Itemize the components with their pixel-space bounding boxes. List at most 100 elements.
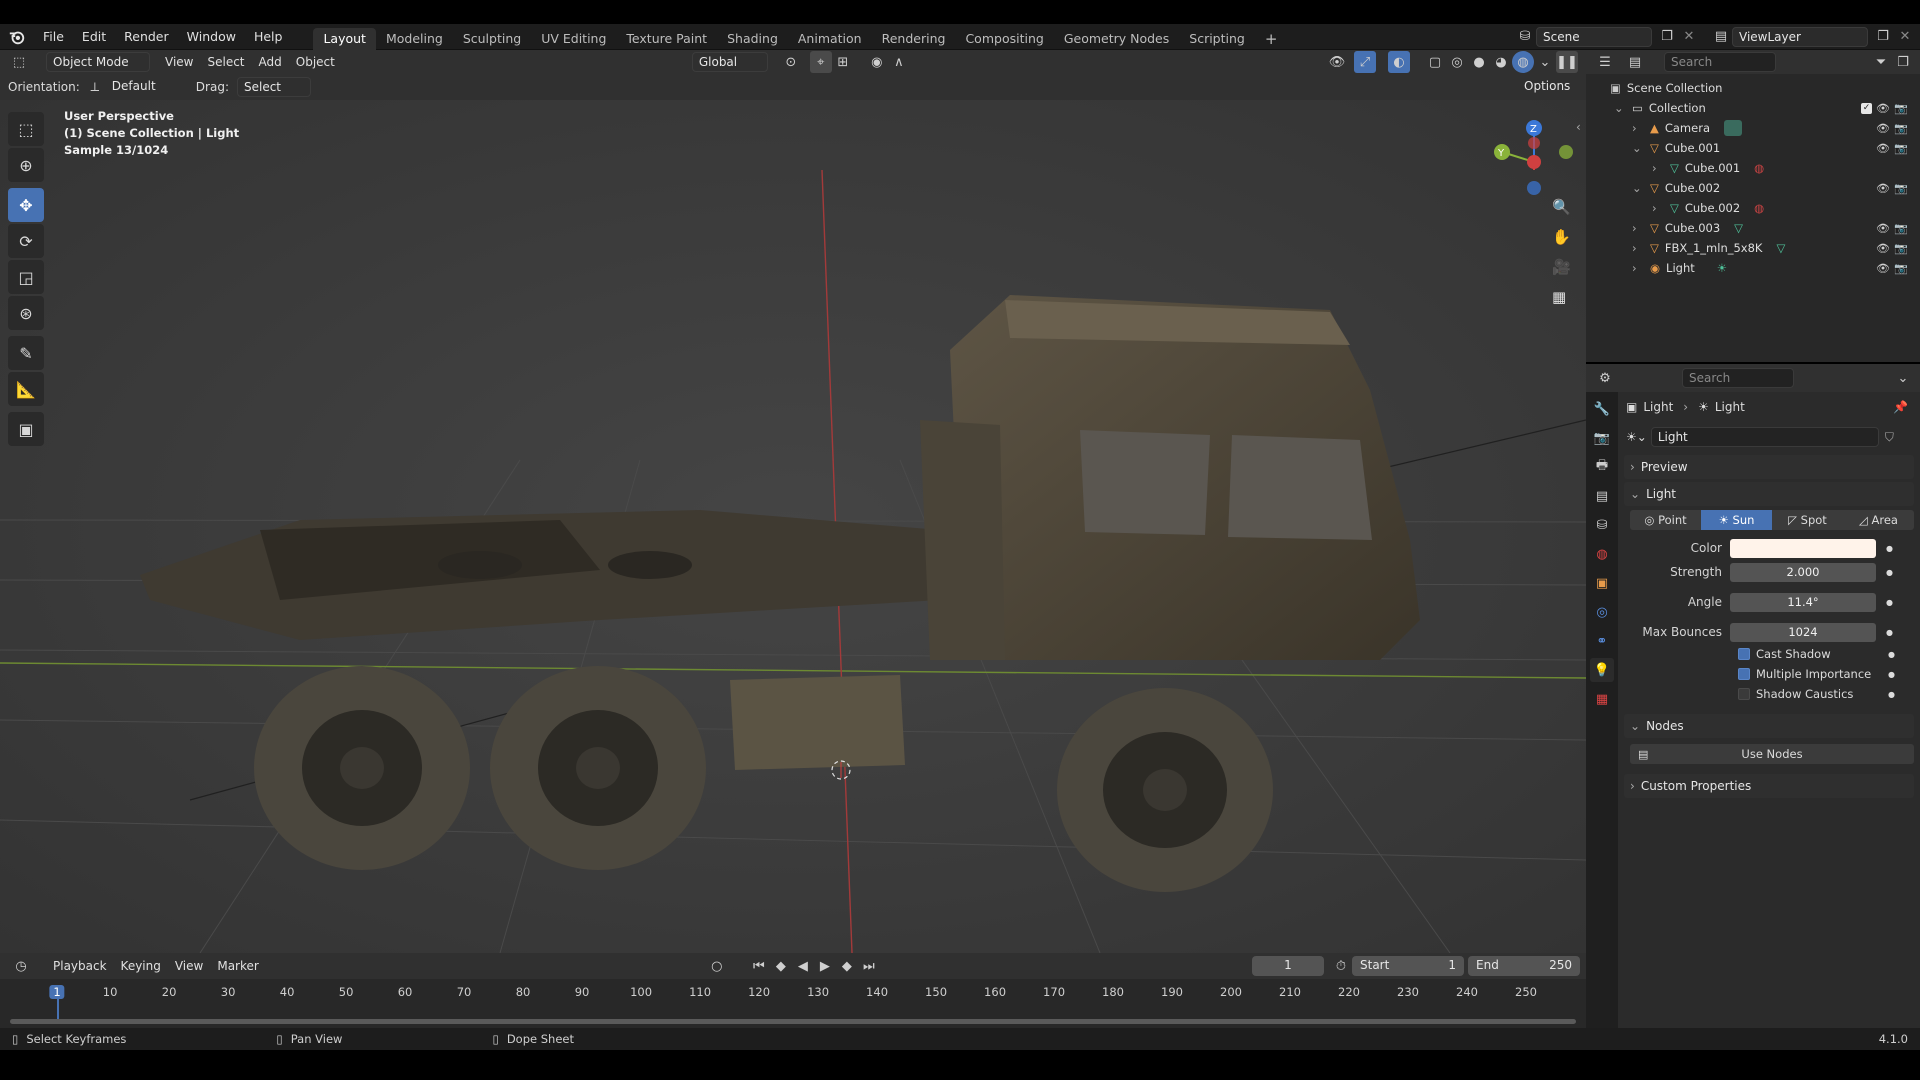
chevron-right-icon[interactable]: › (1632, 221, 1644, 235)
animate-dot-icon[interactable]: ● (1888, 670, 1895, 679)
view-layer-icon[interactable]: ▤ (1710, 26, 1732, 48)
outliner-item-fbx[interactable]: › ▽ FBX_1_mln_5x8K ▽ 👁 📷 (1586, 238, 1920, 258)
display-mode-icon[interactable]: ▤ (1624, 51, 1646, 73)
outliner-search-input[interactable]: Search (1664, 52, 1776, 72)
animate-dot-icon[interactable]: ● (1886, 628, 1893, 637)
chevron-right-icon[interactable]: › (1632, 241, 1644, 255)
outliner-item-cube002[interactable]: ⌄ ▽ Cube.002 👁 📷 (1586, 178, 1920, 198)
tab-compositing[interactable]: Compositing (955, 28, 1053, 50)
outliner-item-camera[interactable]: › ▲ Camera 👁 📷 (1586, 118, 1920, 138)
preview-range-icon[interactable]: ⏱ (1330, 955, 1352, 977)
render-camera-icon[interactable]: 📷 (1894, 242, 1908, 255)
properties-options-icon[interactable]: ⌄ (1892, 367, 1914, 389)
annotate-tool-icon[interactable]: ✎ (8, 336, 44, 370)
render-camera-icon[interactable]: 📷 (1894, 102, 1908, 115)
menu-file[interactable]: File (34, 24, 73, 50)
timeline-menu-marker[interactable]: Marker (210, 955, 265, 977)
exclude-checkbox[interactable]: ✓ (1861, 102, 1872, 114)
tab-texture-paint[interactable]: Texture Paint (616, 28, 717, 50)
visibility-icon[interactable]: 👁 (1326, 51, 1348, 73)
shadow-caustics-checkbox[interactable] (1738, 688, 1750, 700)
viewport-scene[interactable] (0, 100, 1586, 953)
light-panel-header[interactable]: ⌄ Light (1624, 482, 1914, 506)
eye-icon[interactable]: 👁 (1876, 122, 1890, 135)
world-tab-icon[interactable]: ◍ (1590, 542, 1614, 566)
scene-tab-icon[interactable]: ⛁ (1590, 513, 1614, 537)
menu-edit[interactable]: Edit (73, 24, 115, 50)
start-frame-field[interactable]: Start 1 (1352, 956, 1464, 976)
animate-dot-icon[interactable]: ● (1886, 568, 1893, 577)
close-scene-icon[interactable]: ✕ (1678, 26, 1700, 48)
viewport-menu-select[interactable]: Select (200, 51, 251, 73)
light-type-spot[interactable]: ◸ Spot (1772, 510, 1843, 530)
timeline-editor-type-icon[interactable]: ◷ (10, 955, 32, 977)
outliner-editor-type-icon[interactable]: ☰ (1594, 51, 1616, 73)
next-keyframe-icon[interactable]: ◆ (836, 955, 858, 977)
cast-shadow-checkbox[interactable] (1738, 648, 1750, 660)
render-camera-icon[interactable]: 📷 (1894, 122, 1908, 135)
pan-hand-icon[interactable]: ✋ (1552, 228, 1571, 246)
menu-render[interactable]: Render (115, 24, 178, 50)
wireframe-shading-icon[interactable]: ◎ (1446, 51, 1468, 73)
outliner-item-light[interactable]: › ◉ Light ☀ 👁 📷 (1586, 258, 1920, 278)
overlay-toggle-icon[interactable]: ◐ (1388, 51, 1410, 73)
viewport-menu-object[interactable]: Object (289, 51, 342, 73)
tab-scripting[interactable]: Scripting (1179, 28, 1255, 50)
properties-editor-type-icon[interactable]: ⚙ (1594, 367, 1616, 389)
solid-shading-icon[interactable]: ● (1468, 51, 1490, 73)
close-view-layer-icon[interactable]: ✕ (1894, 26, 1916, 48)
options-dropdown[interactable]: Options (1518, 77, 1576, 97)
tab-modeling[interactable]: Modeling (376, 28, 453, 50)
eye-icon[interactable]: 👁 (1876, 242, 1890, 255)
use-nodes-button[interactable]: ▤ Use Nodes (1630, 744, 1914, 764)
light-data-tab-icon[interactable]: 💡 (1590, 658, 1614, 682)
collapse-region-icon[interactable]: ‹ (1576, 120, 1581, 134)
view-layer-selector[interactable]: ViewLayer (1732, 26, 1868, 47)
falloff-icon[interactable]: ∧ (888, 51, 910, 73)
light-datablock-field[interactable]: Light (1650, 427, 1879, 447)
render-camera-icon[interactable]: 📷 (1894, 182, 1908, 195)
timeline-menu-keying[interactable]: Keying (114, 955, 168, 977)
transform-tool-icon[interactable]: ⊛ (8, 296, 44, 330)
object-tab-icon[interactable]: ▣ (1590, 571, 1614, 595)
render-camera-icon[interactable]: 📷 (1894, 142, 1908, 155)
eye-icon[interactable]: 👁 (1876, 222, 1890, 235)
tab-animation[interactable]: Animation (788, 28, 872, 50)
jump-start-icon[interactable]: ⏮ (748, 955, 770, 977)
light-type-sun[interactable]: ☀ Sun (1701, 510, 1772, 530)
scene-icon[interactable]: ⛁ (1514, 26, 1536, 48)
navigation-gizmo[interactable]: Z Y (1490, 110, 1586, 200)
constraints-tab-icon[interactable]: ⚭ (1590, 629, 1614, 653)
ortho-toggle-icon[interactable]: ▦ (1552, 288, 1566, 306)
transform-orientation-dropdown[interactable]: Global (691, 52, 768, 72)
animate-dot-icon[interactable]: ● (1886, 544, 1893, 553)
rendered-shading-icon[interactable]: ◍ (1512, 51, 1534, 73)
xray-icon[interactable]: ▢ (1424, 51, 1446, 73)
snap-icon[interactable]: ⌖ (809, 51, 832, 73)
outliner-item-cube002-mesh[interactable]: › ▽ Cube.002 ◍ (1586, 198, 1920, 218)
chevron-down-icon[interactable]: ⌄ (1632, 181, 1644, 195)
measure-tool-icon[interactable]: 📐 (8, 372, 44, 406)
tool-tab-icon[interactable]: 🔧 (1590, 397, 1614, 421)
camera-view-icon[interactable]: 🎥 (1552, 258, 1571, 276)
timeline-menu-view[interactable]: View (168, 955, 210, 977)
filter-icon[interactable]: ⏷ (1870, 51, 1892, 73)
chevron-right-icon[interactable]: › (1652, 201, 1664, 215)
fake-user-shield-icon[interactable]: ⛉ (1885, 430, 1894, 445)
rotate-tool-icon[interactable]: ⟳ (8, 224, 44, 258)
editor-type-icon[interactable]: ⬚ (8, 51, 30, 73)
physics-tab-icon[interactable]: ◎ (1590, 600, 1614, 624)
proportional-edit-icon[interactable]: ◉ (866, 51, 888, 73)
new-scene-icon[interactable]: ❐ (1656, 26, 1678, 48)
menu-help[interactable]: Help (245, 24, 292, 50)
3d-viewport[interactable]: User Perspective (1) Scene Collection | … (0, 100, 1586, 953)
outliner-item-cube003[interactable]: › ▽ Cube.003 ▽ 👁 📷 (1586, 218, 1920, 238)
chevron-right-icon[interactable]: › (1652, 161, 1664, 175)
snap-target-icon[interactable]: ⊞ (832, 51, 854, 73)
texture-tab-icon[interactable]: ▦ (1590, 687, 1614, 711)
outliner-item-collection[interactable]: ⌄ ▭ Collection ✓ 👁 📷 (1586, 98, 1920, 118)
strength-field[interactable]: 2.000 (1730, 562, 1876, 582)
shading-options-icon[interactable]: ⌄ (1534, 51, 1556, 73)
render-tab-icon[interactable]: 📷 (1590, 426, 1614, 450)
current-frame-field[interactable]: 1 (1252, 956, 1324, 976)
